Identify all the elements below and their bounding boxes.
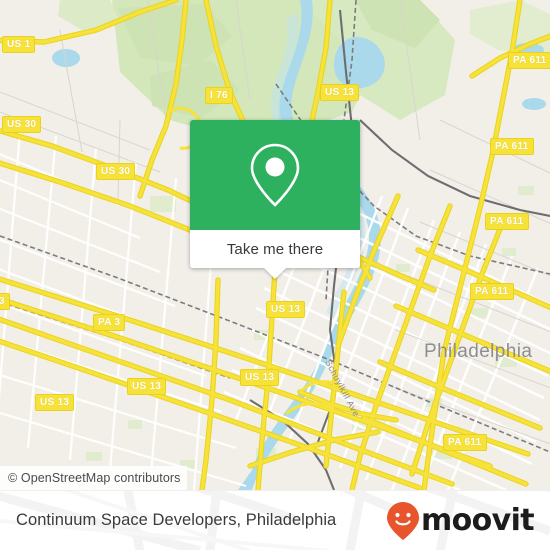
road-shield: US 30 bbox=[2, 116, 42, 133]
road-shield: PA 611 bbox=[508, 52, 550, 69]
road-shield: US 13 bbox=[35, 394, 75, 411]
moovit-logo[interactable]: moovit bbox=[386, 501, 535, 541]
osm-attribution[interactable]: © OpenStreetMap contributors bbox=[0, 466, 187, 490]
moovit-smiley-pin-icon bbox=[386, 501, 419, 540]
popup-pin-panel bbox=[190, 120, 360, 230]
road-shield: US 1 bbox=[2, 36, 36, 53]
destination-popup[interactable]: Take me there bbox=[190, 120, 360, 279]
road-shield: US 13 bbox=[266, 301, 306, 318]
moovit-map-screenshot: US 1 US 30 US 30 I 76 US 13 PA 611 PA 611 PA 61… bbox=[0, 0, 550, 550]
place-title: Continuum Space Developers, Philadelphia bbox=[16, 511, 337, 529]
map-pin-icon bbox=[250, 143, 300, 207]
road-shield: US 30 bbox=[96, 163, 136, 180]
road-shield: US 13 bbox=[127, 378, 167, 395]
road-shield: 3 bbox=[0, 293, 10, 310]
city-label-philadelphia: Philadelphia bbox=[424, 341, 533, 362]
road-shield: US 13 bbox=[240, 369, 280, 386]
road-shield: US 13 bbox=[320, 84, 360, 101]
road-shield: PA 611 bbox=[485, 213, 529, 230]
take-me-there-button[interactable]: Take me there bbox=[190, 230, 360, 268]
popup-tail-arrow bbox=[264, 268, 286, 279]
road-shield: PA 3 bbox=[93, 314, 126, 331]
footer-bar: Continuum Space Developers, Philadelphia… bbox=[0, 490, 550, 550]
map-canvas[interactable]: US 1 US 30 US 30 I 76 US 13 PA 611 PA 611 PA 61… bbox=[0, 0, 550, 490]
road-shield: PA 611 bbox=[470, 283, 514, 300]
road-shield: I 76 bbox=[205, 87, 233, 104]
road-shield: PA 611 bbox=[490, 138, 534, 155]
moovit-wordmark: moovit bbox=[420, 502, 535, 538]
road-shield: PA 611 bbox=[443, 434, 487, 451]
